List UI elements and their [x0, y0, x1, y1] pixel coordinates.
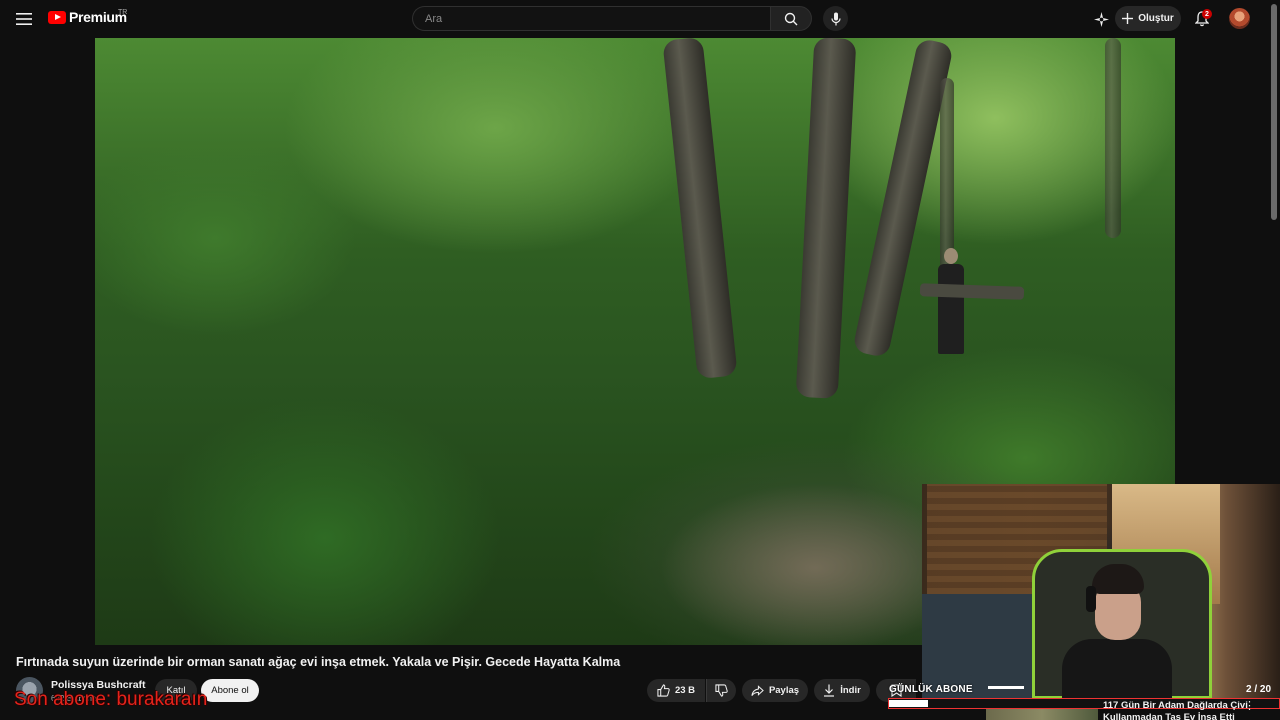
plus-icon [1122, 13, 1134, 24]
like-count: 23 B [674, 685, 696, 696]
search-icon [784, 12, 798, 25]
thumbs-down-icon [715, 684, 728, 697]
account-avatar[interactable] [1229, 8, 1250, 29]
dislike-button[interactable] [706, 679, 736, 702]
more-options-icon[interactable]: ⋮ [1244, 699, 1255, 712]
notification-badge: 2 [1202, 9, 1212, 19]
download-button[interactable]: İndir [814, 679, 870, 702]
share-label: Paylaş [768, 685, 800, 696]
share-button[interactable]: Paylaş [742, 679, 808, 702]
video-person [935, 248, 967, 368]
webcam-equipment [922, 594, 1032, 698]
tree-trunk [1105, 38, 1121, 238]
next-video-title[interactable]: 117 Gün Bir Adam Dağlarda Çivi [1103, 700, 1248, 712]
youtube-play-icon [48, 10, 66, 24]
create-label: Oluştur [1138, 13, 1174, 24]
hamburger-menu-icon[interactable] [12, 7, 36, 31]
download-icon [824, 684, 835, 697]
subscriber-goal-count: 2 / 20 [1246, 684, 1272, 695]
microphone-icon [830, 12, 841, 25]
webcam-overlay [922, 484, 1280, 698]
tree-trunk [795, 38, 857, 399]
sparkle-icon [1093, 11, 1109, 27]
webcam-progress-indicator [988, 686, 1024, 689]
search-input[interactable] [413, 7, 770, 30]
like-button[interactable]: 23 B [647, 679, 705, 702]
video-title: Fırtınada suyun üzerinde bir orman sanat… [16, 655, 621, 669]
create-button[interactable]: Oluştur [1115, 6, 1181, 31]
search-button[interactable] [770, 6, 812, 31]
thumbs-up-icon [657, 684, 670, 697]
country-code: TR [118, 9, 128, 16]
sparkle-button[interactable] [1091, 9, 1111, 29]
subscribe-button[interactable]: Abone ol [201, 679, 259, 702]
next-video-title-line2[interactable]: Kullanmadan Taş Ev İnşa Etti [1103, 712, 1235, 720]
subscriber-goal-label: GÜNLÜK ABONE [889, 684, 973, 695]
download-label: İndir [840, 685, 861, 696]
search-box [412, 6, 770, 31]
subscriber-goal-fill [889, 700, 928, 707]
youtube-premium-logo[interactable]: Premium [48, 9, 127, 25]
voice-search-button[interactable] [823, 6, 848, 31]
top-bar: Premium TR Oluştur 2 [0, 0, 1280, 38]
page-scrollbar[interactable] [1271, 4, 1277, 220]
last-subscriber-text: Son abone: burakaraın [14, 689, 208, 710]
share-icon [751, 684, 764, 696]
tree-trunk [662, 38, 738, 380]
streamer [1062, 564, 1172, 698]
